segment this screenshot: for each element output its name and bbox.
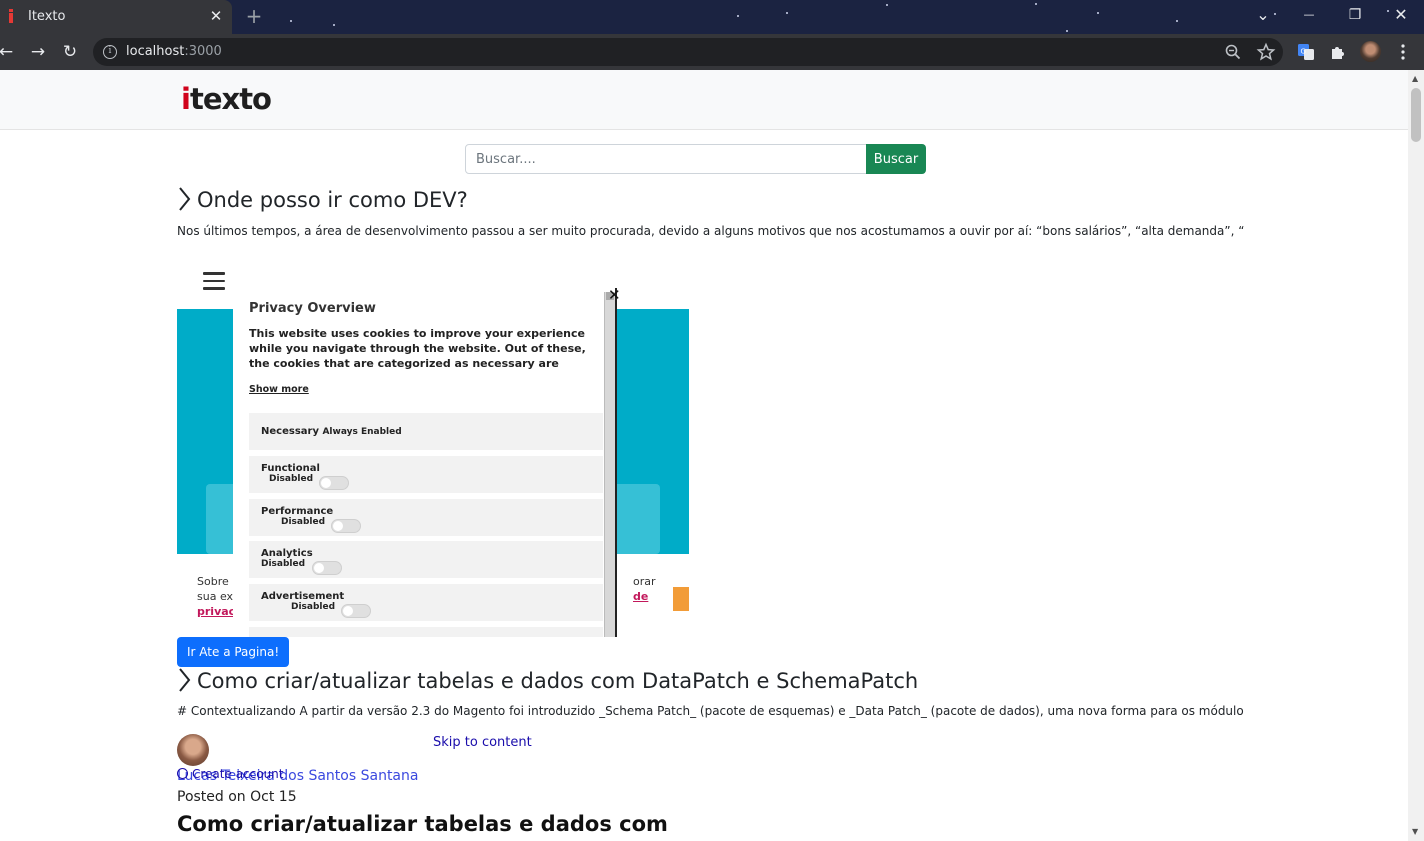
site-favicon-icon: [9, 9, 13, 23]
window-close-button[interactable]: ✕: [1389, 4, 1413, 26]
performance-toggle[interactable]: [331, 519, 361, 533]
cookie-notice-text-right: orar de: [633, 574, 656, 604]
tab-title: Itexto: [28, 9, 66, 24]
new-tab-button[interactable]: +: [244, 5, 264, 27]
bookmark-star-icon[interactable]: [1256, 42, 1276, 62]
category-name: Analytics: [261, 548, 313, 559]
site-info-icon[interactable]: i: [103, 45, 117, 59]
site-header: itexto: [0, 70, 1408, 130]
browser-tab-strip: Itexto ✕ + ⌄ — ❐ ✕: [0, 0, 1424, 34]
post-excerpt: # Contextualizando A partir da versão 2.…: [177, 704, 1244, 718]
post-title[interactable]: Como criar/atualizar tabelas e dados com…: [177, 667, 918, 693]
tab-close-icon[interactable]: ✕: [207, 6, 225, 26]
category-name: Performance: [261, 506, 334, 517]
forward-button[interactable]: →: [26, 40, 50, 64]
star-decoration: [737, 15, 739, 17]
address-url[interactable]: localhost:3000: [126, 44, 222, 59]
post-title[interactable]: Onde posso ir como DEV?: [177, 186, 468, 212]
category-state: Disabled: [269, 474, 314, 484]
chevron-right-icon: [179, 668, 191, 692]
page-scrollbar-thumb[interactable]: [1411, 88, 1421, 142]
category-state: Disabled: [261, 559, 306, 569]
tab-search-dropdown-icon[interactable]: ⌄: [1254, 4, 1272, 26]
advertisement-toggle[interactable]: [341, 604, 371, 618]
scroll-down-arrow-icon[interactable]: ▼: [1412, 827, 1418, 836]
category-state: Disabled: [281, 517, 326, 527]
browser-tab-active[interactable]: Itexto ✕: [0, 0, 232, 34]
cookie-category-necessary[interactable]: Necessary Always Enabled: [249, 413, 603, 450]
category-state: Always Enabled: [322, 427, 402, 437]
category-name-text: Necessary: [261, 426, 319, 437]
cookie-category-advertisement[interactable]: Advertisement Disabled: [249, 584, 603, 621]
search-icon: [177, 768, 188, 779]
star-decoration: [1066, 30, 1068, 32]
url-port: :3000: [184, 44, 222, 59]
address-bar[interactable]: i localhost:3000: [93, 38, 1283, 66]
svg-text:G: G: [1301, 48, 1306, 56]
scroll-up-arrow-icon[interactable]: ▲: [1412, 74, 1418, 83]
star-decoration: [1097, 12, 1099, 14]
create-account-label: Create account: [192, 767, 284, 781]
cookie-accept-button[interactable]: [673, 587, 689, 611]
author-avatar: [177, 734, 209, 766]
star-decoration: [290, 20, 292, 22]
privacy-description: This website uses cookies to improve you…: [249, 327, 586, 370]
category-name: Necessary Always Enabled: [261, 426, 402, 437]
reload-button[interactable]: ↻: [58, 40, 82, 64]
chevron-right-icon: [179, 187, 191, 211]
show-more-link[interactable]: Show more: [249, 384, 309, 395]
star-decoration: [333, 24, 335, 26]
functional-toggle[interactable]: [319, 476, 349, 490]
star-decoration: [886, 4, 888, 6]
category-name: Functional: [261, 463, 320, 474]
star-decoration: [1274, 13, 1276, 15]
star-decoration: [786, 12, 788, 14]
skip-to-content-link[interactable]: Skip to content: [433, 735, 532, 750]
profile-avatar[interactable]: [1360, 41, 1381, 62]
url-host: localhost: [126, 44, 185, 59]
search-button[interactable]: Buscar: [866, 144, 926, 174]
browser-toolbar: ← → ↻ i localhost:3000 G: [0, 34, 1424, 70]
modal-scrollbar[interactable]: [604, 292, 615, 637]
site-logo[interactable]: itexto: [181, 82, 272, 116]
post-title-text: Como criar/atualizar tabelas e dados com…: [197, 669, 919, 693]
translate-extension-icon[interactable]: G: [1296, 42, 1316, 62]
logo-letter-i: i: [181, 82, 191, 116]
minimize-button[interactable]: —: [1297, 4, 1321, 26]
privacy-overview-modal: ✕ Privacy Overview This website uses coo…: [233, 286, 621, 637]
search-input[interactable]: [465, 144, 867, 174]
page-scrollbar[interactable]: ▲ ▼: [1408, 70, 1424, 841]
cookie-category-more: [249, 627, 603, 637]
privacy-title: Privacy Overview: [249, 301, 376, 316]
star-decoration: [1176, 20, 1178, 22]
cookie-policy-link[interactable]: de: [633, 589, 656, 604]
cookie-category-performance[interactable]: Performance Disabled: [249, 499, 603, 536]
restore-button[interactable]: ❐: [1343, 4, 1367, 26]
modal-close-icon[interactable]: ✕: [608, 286, 621, 304]
zoom-icon[interactable]: [1223, 42, 1243, 62]
post-date: Posted on Oct 15: [177, 789, 297, 805]
article-heading: Como criar/atualizar tabelas e dados com: [177, 812, 668, 836]
back-button[interactable]: ←: [0, 40, 18, 64]
star-decoration: [1035, 3, 1037, 5]
cookie-category-analytics[interactable]: Analytics Disabled: [249, 541, 603, 578]
browser-menu-icon[interactable]: [1393, 42, 1413, 62]
extensions-puzzle-icon[interactable]: [1328, 42, 1348, 62]
page-viewport: itexto Buscar Onde posso ir como DEV? No…: [0, 70, 1408, 841]
go-to-page-button[interactable]: Ir Ate a Pagina!: [177, 637, 290, 667]
hamburger-menu-icon[interactable]: [203, 272, 225, 290]
create-account-link[interactable]: Create account: [177, 767, 284, 781]
category-state: Disabled: [291, 602, 336, 612]
post-title-text: Onde posso ir como DEV?: [197, 188, 468, 212]
post-excerpt: Nos últimos tempos, a área de desenvolvi…: [177, 224, 1245, 238]
cookie-text-line: orar: [633, 575, 656, 588]
analytics-toggle[interactable]: [312, 561, 342, 575]
category-name: Advertisement: [261, 591, 345, 602]
cookie-category-functional[interactable]: Functional Disabled: [249, 456, 603, 493]
logo-text: texto: [189, 82, 272, 116]
